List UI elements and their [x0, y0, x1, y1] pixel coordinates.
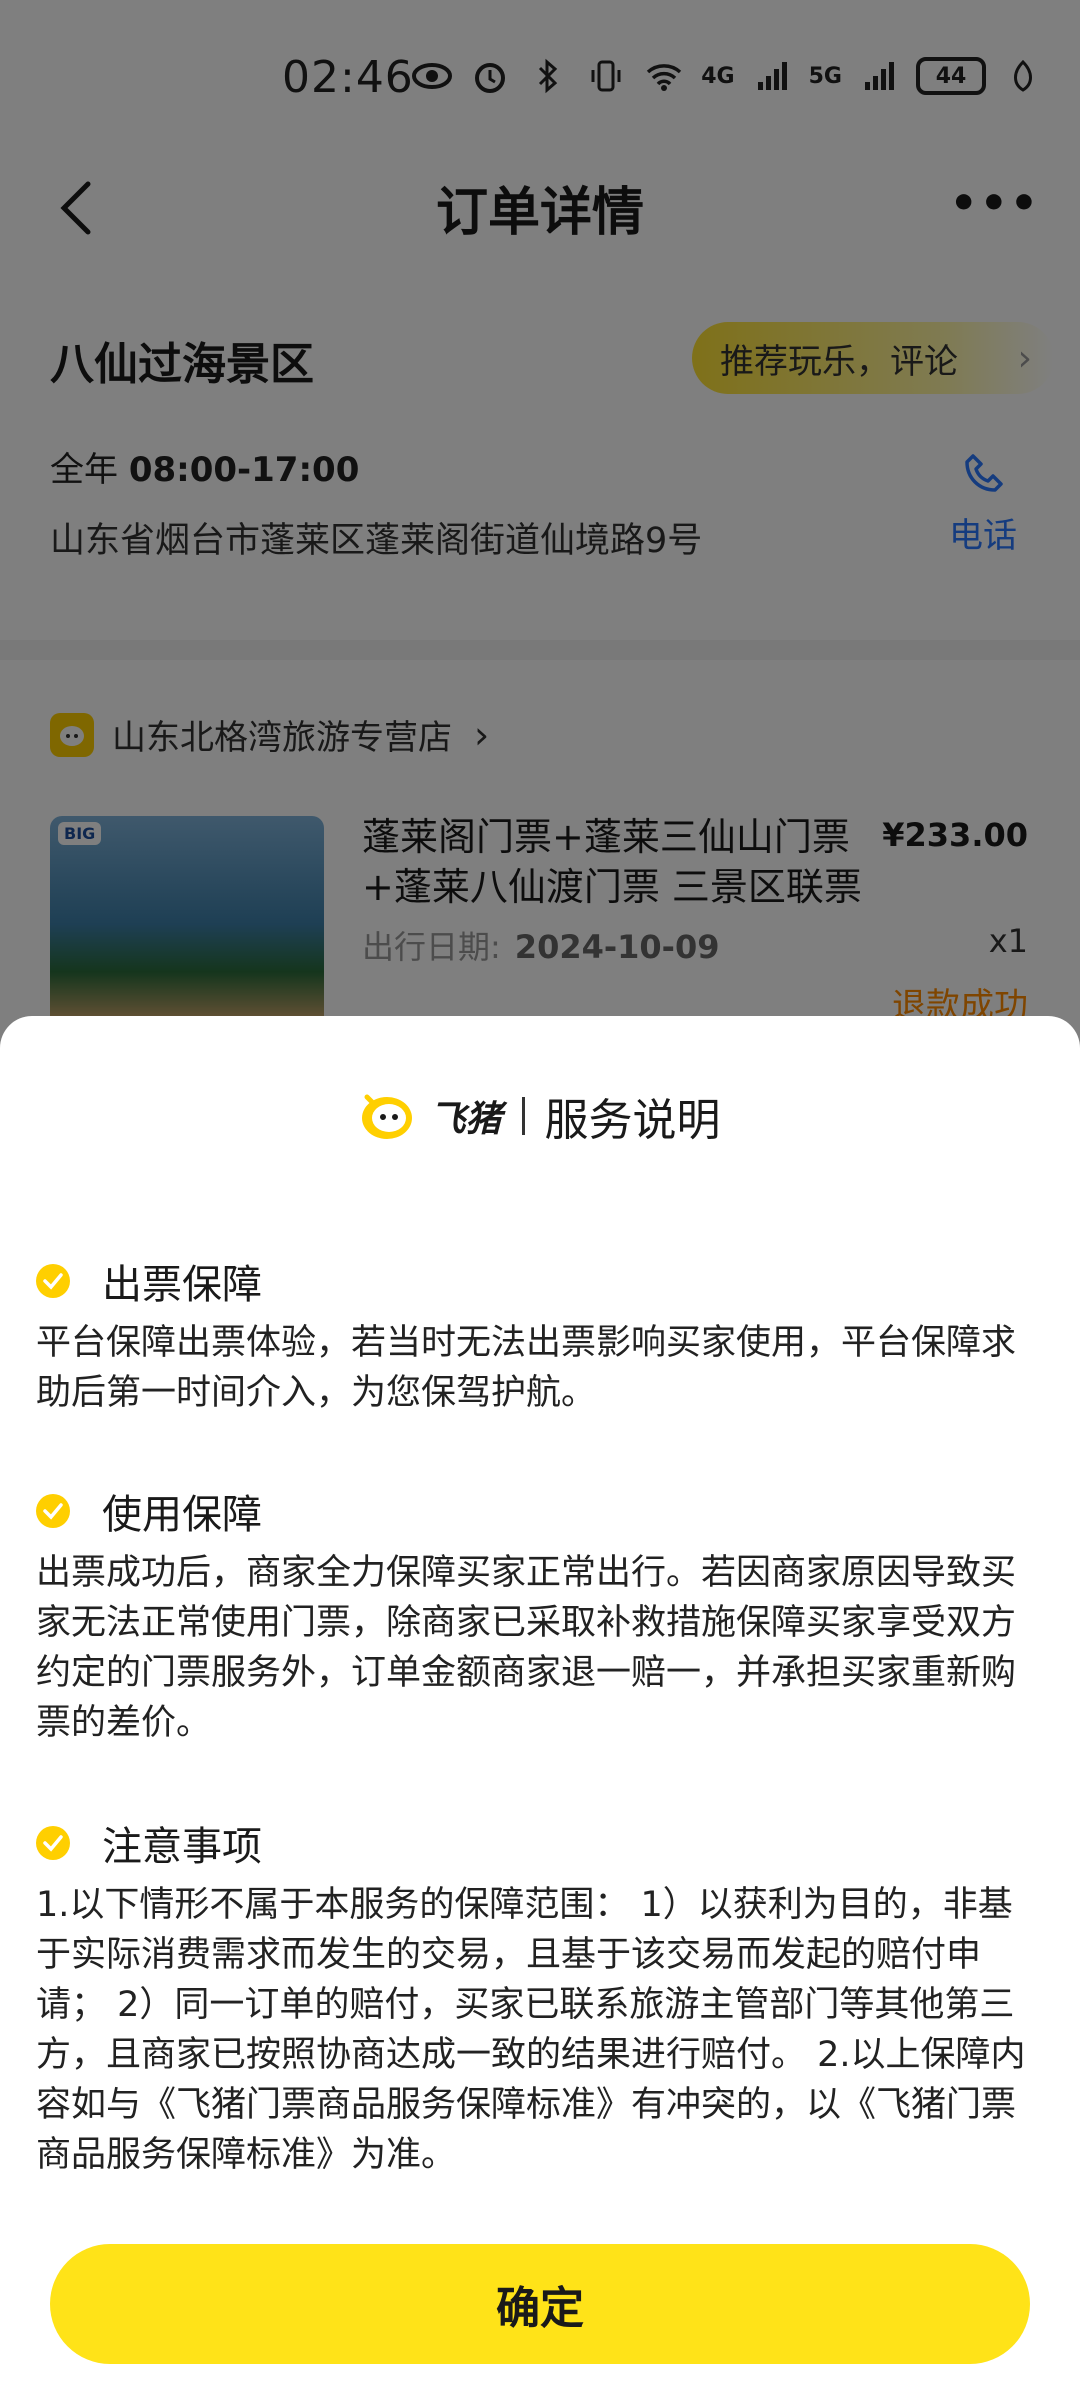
confirm-button[interactable]: 确定	[50, 2244, 1030, 2364]
sheet-title: 服务说明	[544, 1095, 721, 1146]
check-icon	[36, 1826, 70, 1860]
check-icon	[36, 1264, 70, 1298]
brand-name: 飞猪	[429, 1099, 502, 1140]
section-header: 注意事项	[36, 1814, 1046, 1872]
service-description-sheet: 飞猪 服务说明 出票保障 平台保障出票体验，若当时无法出票影响买家使用，平台保障…	[0, 1016, 1080, 2400]
header-divider	[521, 1097, 525, 1135]
sheet-header: 飞猪 服务说明	[0, 1084, 1080, 1148]
section-notes: 注意事项 1.以下情形不属于本服务的保障范围： 1）以获利为目的，非基于实际消费…	[36, 1814, 1046, 2180]
section-body: 平台保障出票体验，若当时无法出票影响买家使用，平台保障求助后第一时间介入，为您保…	[36, 1323, 1017, 1413]
fliggy-logo-icon	[359, 1091, 415, 1141]
check-icon	[36, 1494, 70, 1528]
section-title: 注意事项	[102, 1824, 262, 1870]
section-title: 使用保障	[102, 1492, 262, 1538]
section-header: 出票保障	[36, 1252, 1046, 1310]
section-title: 出票保障	[102, 1262, 262, 1308]
section-body: 出票成功后，商家全力保障买家正常出行。若因商家原因导致买家无法正常使用门票，除商…	[36, 1553, 1017, 1743]
section-header: 使用保障	[36, 1482, 1046, 1540]
section-body: 1.以下情形不属于本服务的保障范围： 1）以获利为目的，非基于实际消费需求而发生…	[36, 1885, 1026, 2175]
section-usage-guarantee: 使用保障 出票成功后，商家全力保障买家正常出行。若因商家原因导致买家无法正常使用…	[36, 1482, 1046, 1748]
section-ticket-guarantee: 出票保障 平台保障出票体验，若当时无法出票影响买家使用，平台保障求助后第一时间介…	[36, 1252, 1046, 1418]
